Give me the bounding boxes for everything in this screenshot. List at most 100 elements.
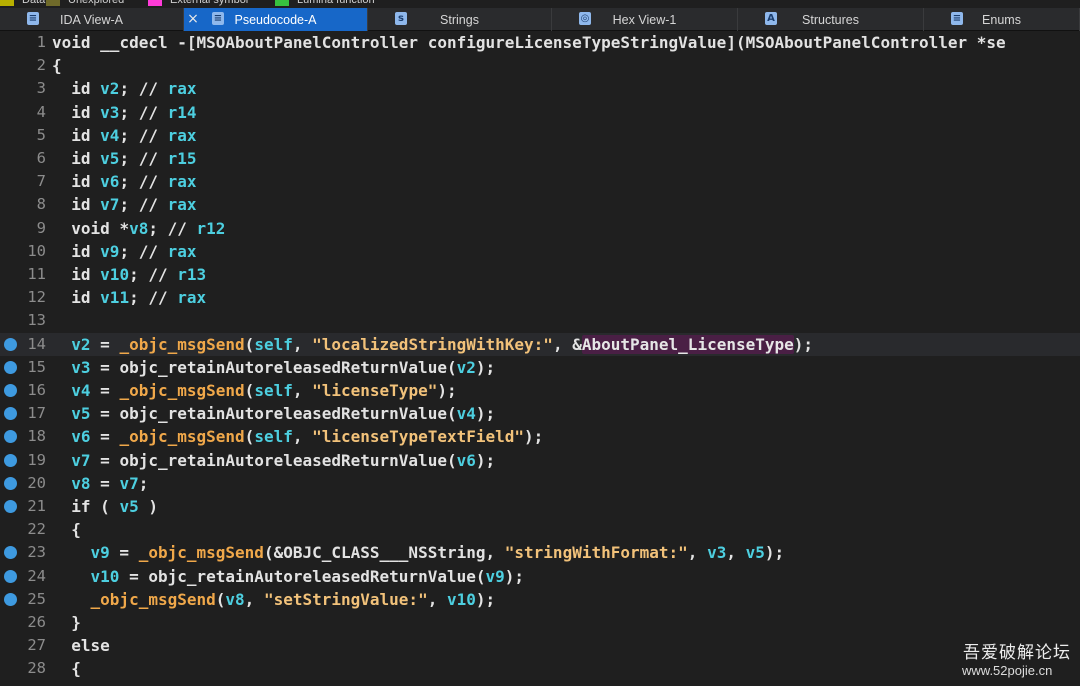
tab-strings[interactable]: s Strings bbox=[368, 8, 552, 31]
code-line[interactable]: 2{ bbox=[0, 54, 1080, 77]
code-token: v2 bbox=[100, 79, 120, 99]
tab-bar: ≡ IDA View-A × ≡ Pseudocode-A s Strings ◎ Hex Vi… bbox=[0, 8, 1080, 31]
code-token: v5 bbox=[71, 404, 91, 424]
pseudocode-editor[interactable]: 1 void __cdecl -[MSOAboutPanelController … bbox=[0, 31, 1080, 686]
code-line[interactable]: 25 _objc_msgSend(v8, "setStringValue:", … bbox=[0, 588, 1080, 611]
code-line[interactable]: 11 id v10; // r13 bbox=[0, 263, 1080, 286]
code-line[interactable]: 16 v4 = _objc_msgSend(self, "licenseType… bbox=[0, 379, 1080, 402]
code-token: "licenseType" bbox=[312, 381, 438, 400]
code-token: v5 bbox=[745, 543, 765, 563]
code-line[interactable]: 18 v6 = _objc_msgSend(self, "licenseType… bbox=[0, 425, 1080, 448]
code-token: r12 bbox=[196, 218, 226, 238]
code-token: = bbox=[90, 450, 120, 470]
code-token: // bbox=[138, 172, 168, 192]
code-token: (& bbox=[263, 543, 284, 563]
code-token: v9 bbox=[485, 566, 505, 586]
code-line[interactable]: 22 { bbox=[0, 518, 1080, 541]
code-text: v5 = objc_retainAutoreleasedReturnValue(… bbox=[52, 402, 495, 425]
code-token: , & bbox=[552, 334, 582, 354]
code-line[interactable]: 10 id v9; // rax bbox=[0, 240, 1080, 263]
code-line[interactable]: 21 if ( v5 ) bbox=[0, 495, 1080, 518]
code-line[interactable]: 28 { bbox=[0, 657, 1080, 680]
code-line[interactable]: 24 v10 = objc_retainAutoreleasedReturnVa… bbox=[0, 565, 1080, 588]
tab-enums[interactable]: ≡ Enums bbox=[924, 8, 1080, 31]
code-line[interactable]: 12 id v11; // rax bbox=[0, 286, 1080, 309]
code-token: // bbox=[138, 79, 168, 99]
code-line[interactable]: 26 } bbox=[0, 611, 1080, 634]
tab-structures[interactable]: A Structures bbox=[738, 8, 924, 31]
code-token: , bbox=[726, 543, 746, 563]
code-token: ); bbox=[475, 450, 496, 470]
code-line[interactable]: 1 void __cdecl -[MSOAboutPanelController … bbox=[0, 31, 1080, 54]
code-token: objc_retainAutoreleasedReturnValue bbox=[148, 566, 476, 586]
code-line[interactable]: 19 v7 = objc_retainAutoreleasedReturnVal… bbox=[0, 449, 1080, 472]
tab-ida-view-a[interactable]: ≡ IDA View-A bbox=[0, 8, 184, 31]
code-token[interactable]: _objc_msgSend bbox=[119, 427, 244, 446]
code-line[interactable]: 17 v5 = objc_retainAutoreleasedReturnVal… bbox=[0, 402, 1080, 425]
legend-swatch bbox=[148, 0, 162, 6]
code-token: v4 bbox=[71, 381, 91, 400]
code-token: { bbox=[52, 520, 81, 540]
code-token: , bbox=[292, 334, 313, 354]
code-token: ; bbox=[138, 473, 149, 493]
code-line[interactable]: 5 id v4; // rax bbox=[0, 124, 1080, 147]
code-line[interactable]: 27 else bbox=[0, 634, 1080, 657]
code-line[interactable]: 23 v9 = _objc_msgSend(&OBJC_CLASS___NSSt… bbox=[0, 541, 1080, 564]
code-token[interactable]: _objc_msgSend bbox=[91, 590, 216, 609]
code-text: if ( v5 ) bbox=[52, 495, 158, 518]
code-token: ); bbox=[475, 357, 496, 377]
line-number: 10 bbox=[27, 241, 46, 260]
tab-hex-view-1[interactable]: ◎ Hex View-1 bbox=[552, 8, 738, 31]
code-token: "setStringValue:" bbox=[263, 589, 428, 609]
code-token: rax bbox=[167, 125, 197, 145]
code-line[interactable]: 13 bbox=[0, 309, 1080, 332]
code-token: ( bbox=[475, 566, 486, 586]
code-line[interactable]: 20 v8 = v7; bbox=[0, 472, 1080, 495]
code-text: id v6; // rax bbox=[52, 170, 196, 193]
code-token: v3 bbox=[71, 357, 91, 377]
code-line[interactable]: 14 v2 = _objc_msgSend(self, "localizedSt… bbox=[0, 332, 1080, 356]
code-token: ; bbox=[119, 149, 139, 168]
code-token: ); bbox=[524, 427, 544, 447]
code-token[interactable]: _objc_msgSend bbox=[119, 381, 244, 400]
code-token: = bbox=[90, 404, 120, 424]
code-line[interactable]: 7 id v6; // rax bbox=[0, 170, 1080, 193]
code-token[interactable]: _objc_msgSend bbox=[139, 543, 264, 562]
code-line[interactable]: 8 id v7; // rax bbox=[0, 193, 1080, 216]
code-token: , bbox=[244, 589, 264, 609]
code-token: rax bbox=[167, 241, 197, 261]
line-number: 12 bbox=[27, 288, 46, 307]
code-token: = bbox=[109, 543, 139, 563]
code-token: ; bbox=[119, 195, 139, 215]
code-line[interactable]: 6 id v5; // r15 bbox=[0, 147, 1080, 170]
code-text: id v7; // rax bbox=[52, 193, 196, 216]
code-token: "stringWithFormat:" bbox=[504, 543, 688, 563]
code-token[interactable]: AboutPanel_LicenseType bbox=[581, 334, 794, 354]
tab-pseudocode-a[interactable]: × ≡ Pseudocode-A bbox=[184, 8, 368, 31]
code-line[interactable]: 9 void *v8; // r12 bbox=[0, 217, 1080, 240]
code-token: id bbox=[71, 288, 101, 308]
structures-icon: A bbox=[765, 12, 777, 25]
code-token: id bbox=[71, 195, 101, 215]
code-token: = bbox=[90, 357, 120, 377]
line-number: 16 bbox=[27, 381, 46, 399]
code-text: id v11; // rax bbox=[52, 286, 206, 309]
code-line[interactable]: 15 v3 = objc_retainAutoreleasedReturnVal… bbox=[0, 356, 1080, 379]
code-token[interactable]: _objc_msgSend bbox=[119, 335, 244, 354]
code-line[interactable]: 4 id v3; // r14 bbox=[0, 101, 1080, 124]
legend-swatch bbox=[46, 0, 60, 6]
line-number: 1 bbox=[36, 33, 46, 51]
code-token: ( bbox=[446, 450, 457, 470]
code-token: v9 bbox=[90, 543, 110, 563]
close-tab-icon[interactable]: × bbox=[186, 10, 200, 28]
code-line[interactable]: 3 id v2; // rax bbox=[0, 77, 1080, 100]
code-token: } bbox=[52, 613, 81, 632]
line-number: 2 bbox=[36, 56, 46, 75]
code-token: , bbox=[427, 589, 447, 609]
